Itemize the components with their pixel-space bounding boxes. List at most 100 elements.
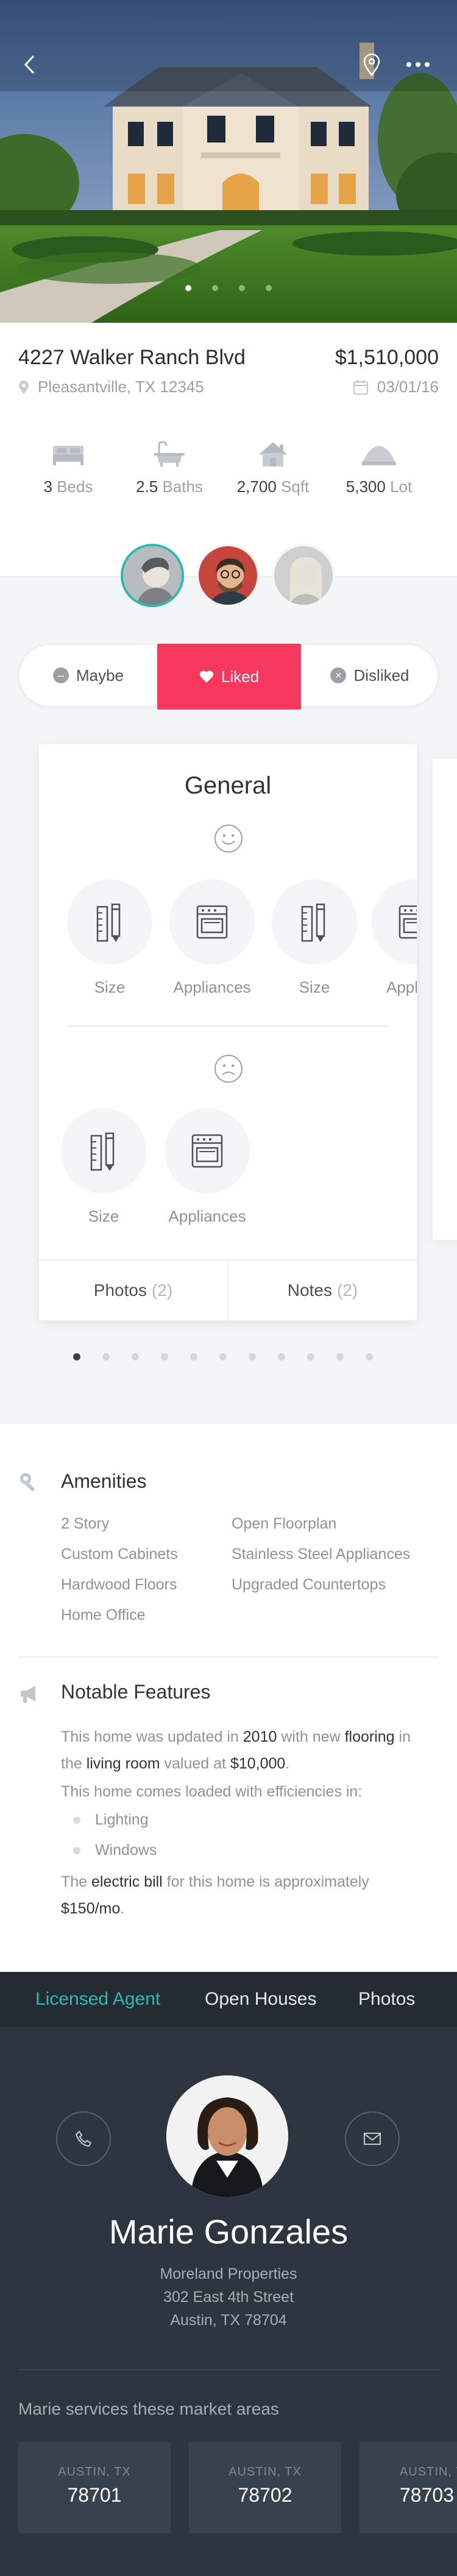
card-footer: Photos (2) Notes (2): [39, 1259, 417, 1320]
maybe-label: Maybe: [76, 666, 124, 684]
ruler-pencil-icon: [61, 1108, 146, 1194]
agent-company: Moreland Properties: [160, 2265, 297, 2282]
listing-subheader: Pleasantville, TX 12345 03/01/16: [18, 378, 439, 396]
map-pin-icon[interactable]: [358, 51, 385, 78]
page-dot[interactable]: [307, 1353, 314, 1360]
avatar-user-1[interactable]: [121, 544, 184, 607]
photos-button[interactable]: Photos (2): [39, 1261, 228, 1320]
page-dot[interactable]: [219, 1353, 227, 1360]
highlight-year: 2010: [243, 1728, 277, 1745]
page-dot[interactable]: [190, 1353, 197, 1360]
hero-dot[interactable]: [185, 285, 191, 291]
more-options-icon[interactable]: [405, 51, 431, 78]
tab-photos[interactable]: Photos: [358, 1972, 415, 2027]
sad-face-icon: [214, 1055, 243, 1083]
stat-baths: 2.5 Baths: [115, 436, 224, 496]
lot-unit: Lot: [390, 477, 413, 496]
page-dot[interactable]: [73, 1353, 80, 1360]
highlight-room: living room: [86, 1755, 160, 1772]
house-photo: [0, 0, 457, 323]
avatar-user-2[interactable]: [196, 544, 260, 607]
wrench-icon: [20, 1473, 35, 1492]
liked-button[interactable]: Liked: [157, 644, 301, 709]
amenity-item: Open Floorplan: [232, 1515, 337, 1532]
liked-feature-size[interactable]: Size: [67, 879, 152, 997]
feature-label: Appli: [386, 978, 417, 996]
close-icon: ×: [330, 667, 347, 683]
stove-icon: [169, 879, 255, 965]
agent-avatar: [166, 2075, 288, 2197]
page-dot[interactable]: [366, 1353, 373, 1360]
disliked-feature-size[interactable]: Size: [61, 1108, 146, 1226]
minus-icon: –: [52, 667, 69, 683]
bullet-icon: [73, 1816, 80, 1824]
photos-label: Photos: [93, 1281, 147, 1300]
beds-value: 3: [43, 477, 52, 496]
disliked-feature-appliances[interactable]: Appliances: [165, 1108, 250, 1226]
page-dot[interactable]: [336, 1353, 344, 1360]
market-area-card[interactable]: AUSTIN, TX 78701: [18, 2442, 171, 2533]
notable-features-title: Notable Features: [61, 1681, 211, 1703]
back-icon[interactable]: [16, 51, 43, 78]
liked-feature-size[interactable]: Size: [272, 879, 357, 997]
feature-card: General Size Appliances Size Appli: [39, 744, 417, 1320]
feature-label: Size: [94, 978, 126, 996]
photos-count: (2): [151, 1281, 173, 1300]
list-item: Lighting: [73, 1811, 149, 1829]
text: for this home is approximately: [162, 1873, 369, 1890]
page-dot[interactable]: [249, 1353, 256, 1360]
ruler-pencil-icon: [272, 879, 357, 965]
page-dot[interactable]: [278, 1353, 285, 1360]
highlight-bill: electric bill: [91, 1873, 163, 1890]
email-button[interactable]: [345, 2111, 400, 2166]
page-dot[interactable]: [102, 1353, 110, 1360]
feature-label: Size: [88, 1207, 119, 1225]
liked-feature-appliances[interactable]: Appliances: [169, 879, 255, 997]
section-divider: [18, 2369, 439, 2370]
bathtub-icon: [115, 436, 224, 473]
notes-button[interactable]: Notes (2): [228, 1261, 417, 1320]
hero-pagination: [0, 285, 457, 291]
text: .: [120, 1900, 125, 1917]
calendar-icon: [353, 379, 368, 395]
hero-dot[interactable]: [266, 285, 272, 291]
phone-icon: [76, 2131, 91, 2147]
area-zip: 78702: [238, 2484, 292, 2506]
amenity-item: Custom Cabinets: [61, 1546, 178, 1563]
market-area-card[interactable]: AUSTIN, TX 78702: [189, 2442, 341, 2533]
tab-licensed-agent[interactable]: Licensed Agent: [35, 1972, 160, 2027]
amenities-title: Amenities: [61, 1470, 147, 1492]
heart-icon: [199, 670, 214, 683]
bullet-icon: [73, 1846, 80, 1854]
maybe-button[interactable]: – Maybe: [19, 645, 157, 706]
market-area-card[interactable]: AUSTIN, TX 78703: [360, 2442, 457, 2533]
page-dot[interactable]: [132, 1353, 139, 1360]
listing-header: 4227 Walker Ranch Blvd $1,510,000: [18, 346, 439, 370]
liked-feature-appliances[interactable]: Appli: [372, 879, 417, 997]
avatar-user-3[interactable]: [272, 544, 335, 607]
property-city: Pleasantville, TX 12345: [38, 378, 204, 396]
hero-dot[interactable]: [212, 285, 218, 291]
text: The: [61, 1873, 92, 1890]
location-pin-icon: [19, 380, 29, 394]
area-state: AUSTIN, TX: [400, 2465, 457, 2479]
hero-dot[interactable]: [239, 285, 245, 291]
tab-open-houses[interactable]: Open Houses: [205, 1972, 316, 2027]
agent-details: Moreland Properties 302 East 4th Street …: [0, 2262, 457, 2332]
beds-unit: Beds: [57, 477, 93, 496]
feature-label: Size: [299, 978, 330, 996]
page-dot[interactable]: [161, 1353, 168, 1360]
disliked-button[interactable]: × Disliked: [301, 645, 439, 706]
area-state: AUSTIN, TX: [228, 2465, 302, 2479]
stove-icon: [165, 1108, 250, 1194]
listing-date: 03/01/16: [353, 378, 439, 396]
megaphone-icon: [21, 1686, 35, 1703]
property-address: 4227 Walker Ranch Blvd: [18, 346, 246, 369]
call-button[interactable]: [56, 2111, 111, 2166]
area-zip: 78703: [400, 2484, 454, 2506]
next-card-peek[interactable]: [433, 759, 457, 1240]
hero-photo-carousel[interactable]: [0, 0, 457, 323]
disliked-label: Disliked: [353, 666, 409, 684]
text: This home was updated in: [61, 1728, 243, 1745]
lot-icon: [324, 436, 434, 473]
